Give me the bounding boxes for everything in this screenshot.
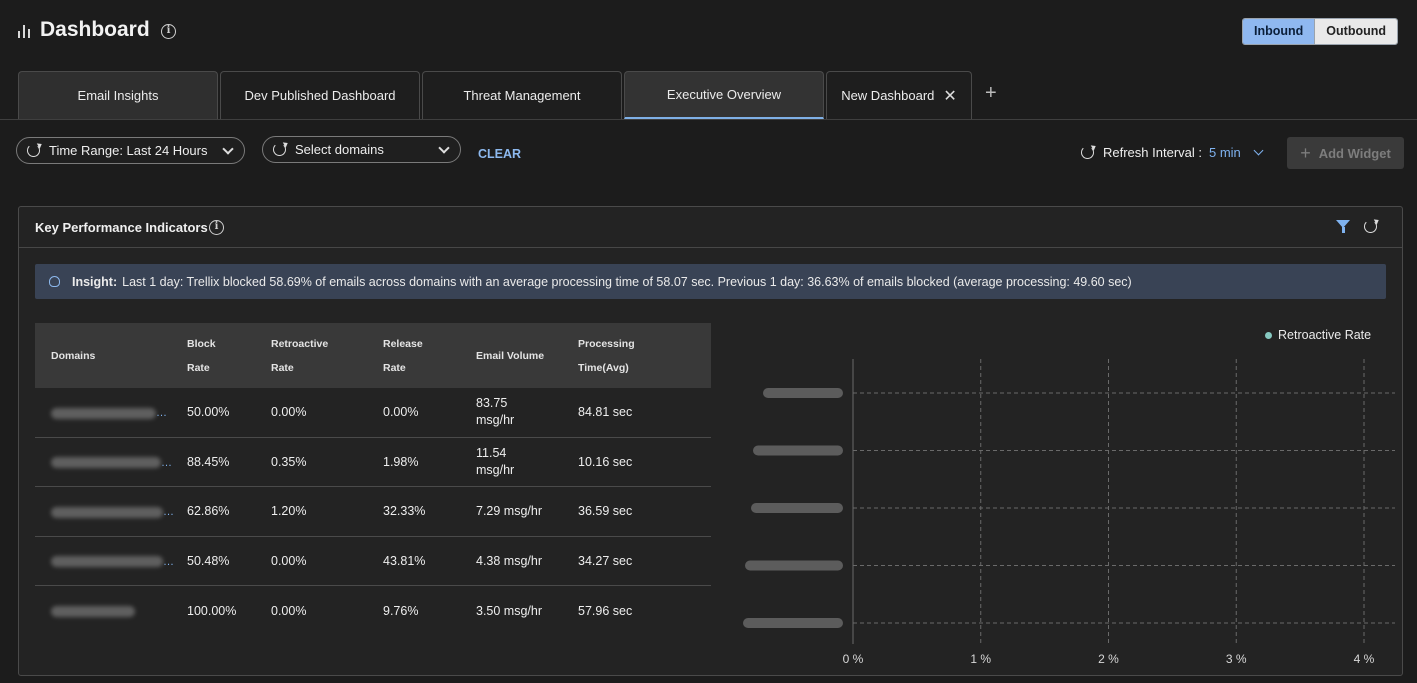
chevron-down-icon	[222, 142, 234, 155]
redacted-category-label	[763, 388, 843, 398]
redacted-category-label	[751, 503, 843, 513]
chevron-down-icon	[1253, 145, 1264, 156]
col-email-volume[interactable]: Email Volume	[476, 344, 578, 368]
redacted-domain	[51, 457, 161, 469]
tab-divider	[0, 119, 1417, 120]
info-icon[interactable]: i	[161, 24, 176, 39]
kpi-widget: Key Performance Indicators i Insight: La…	[18, 206, 1403, 676]
col-processing-time[interactable]: Processing Time(Avg)	[578, 332, 688, 380]
time-range-dropdown[interactable]: Time Range: Last 24 Hours	[16, 137, 245, 164]
domains-select[interactable]: Select domains	[262, 136, 461, 163]
redacted-domain	[51, 606, 135, 618]
x-tick-label: 1 %	[970, 652, 991, 666]
x-tick-label: 0 %	[843, 652, 864, 666]
close-icon[interactable]: ✕	[943, 86, 956, 106]
chart-category-labels	[743, 388, 843, 628]
table-row: … 50.00% 0.00% 0.00% 83.75 msg/hr 84.81 …	[35, 388, 711, 438]
redacted-category-label	[745, 560, 843, 571]
inbound-toggle-button[interactable]: Inbound	[1243, 19, 1315, 44]
kpi-table: Domains Block Rate Retroactive Rate Releas…	[35, 323, 711, 636]
dashboard-tabs: Email Insights Dev Published Dashboard T…	[18, 71, 972, 119]
col-domains[interactable]: Domains	[35, 344, 187, 368]
refresh-icon	[27, 144, 40, 157]
table-row: 100.00% 0.00% 9.76% 3.50 msg/hr 57.96 se…	[35, 586, 711, 636]
table-row: … 62.86% 1.20% 32.33% 7.29 msg/hr 36.59 …	[35, 487, 711, 537]
domain-link[interactable]: …	[51, 506, 174, 518]
col-release-rate[interactable]: Release Rate	[383, 332, 476, 380]
redacted-category-label	[743, 618, 843, 628]
clear-filters-button[interactable]: CLEAR	[478, 147, 521, 161]
x-tick-label: 4 %	[1354, 652, 1375, 666]
lightbulb-icon	[49, 276, 60, 287]
legend-swatch	[1265, 331, 1272, 339]
table-row: … 50.48% 0.00% 43.81% 4.38 msg/hr 34.27 …	[35, 537, 711, 586]
x-tick-label: 3 %	[1226, 652, 1247, 666]
tab-executive-overview[interactable]: Executive Overview	[624, 71, 824, 119]
add-tab-plus-icon[interactable]: +	[985, 82, 997, 105]
chart-grid	[852, 359, 1395, 644]
retroactive-rate-chart: 0 % 1 % 2 % 3 % 4 %	[743, 359, 1395, 666]
redacted-domain	[51, 556, 163, 568]
widget-header: Key Performance Indicators i	[19, 207, 1402, 248]
table-row: … 88.45% 0.35% 1.98% 11.54 msg/hr 10.16 …	[35, 438, 711, 487]
col-retroactive-rate[interactable]: Retroactive Rate	[271, 332, 383, 380]
refresh-icon	[1081, 146, 1094, 159]
plus-icon: +	[1300, 142, 1311, 163]
x-tick-label: 2 %	[1098, 652, 1119, 666]
domain-link[interactable]: …	[51, 556, 174, 568]
table-header: Domains Block Rate Retroactive Rate Releas…	[35, 323, 711, 388]
redacted-category-label	[753, 445, 843, 456]
refresh-icon	[273, 143, 286, 156]
page-title: Dashboard	[40, 18, 150, 41]
tab-email-insights[interactable]: Email Insights	[18, 71, 218, 119]
tab-new-dashboard[interactable]: New Dashboard ✕	[826, 71, 972, 119]
chevron-down-icon	[438, 141, 450, 154]
chart-x-ticks: 0 % 1 % 2 % 3 % 4 %	[843, 652, 1375, 666]
domain-link[interactable]: …	[51, 407, 167, 419]
domain-link[interactable]: …	[51, 457, 172, 469]
chart-legend[interactable]: Retroactive Rate	[1265, 328, 1371, 342]
domain-link[interactable]	[51, 606, 135, 618]
widget-title: Key Performance Indicators	[35, 220, 208, 235]
refresh-icon[interactable]	[1364, 220, 1377, 233]
tab-threat-management[interactable]: Threat Management	[422, 71, 622, 119]
direction-toggle[interactable]: Inbound Outbound	[1242, 18, 1398, 45]
info-icon[interactable]: i	[209, 220, 224, 235]
filter-icon[interactable]	[1336, 220, 1350, 233]
col-block-rate[interactable]: Block Rate	[187, 332, 271, 380]
dashboard-chart-icon	[18, 24, 32, 38]
outbound-toggle-button[interactable]: Outbound	[1314, 19, 1397, 44]
tab-dev-published-dashboard[interactable]: Dev Published Dashboard	[220, 71, 420, 119]
add-widget-button[interactable]: + Add Widget	[1287, 137, 1404, 169]
redacted-domain	[51, 407, 156, 419]
refresh-interval-select[interactable]: Refresh Interval : 5 min	[1081, 145, 1264, 160]
insight-banner: Insight: Last 1 day: Trellix blocked 58.…	[35, 264, 1386, 299]
redacted-domain	[51, 506, 163, 518]
